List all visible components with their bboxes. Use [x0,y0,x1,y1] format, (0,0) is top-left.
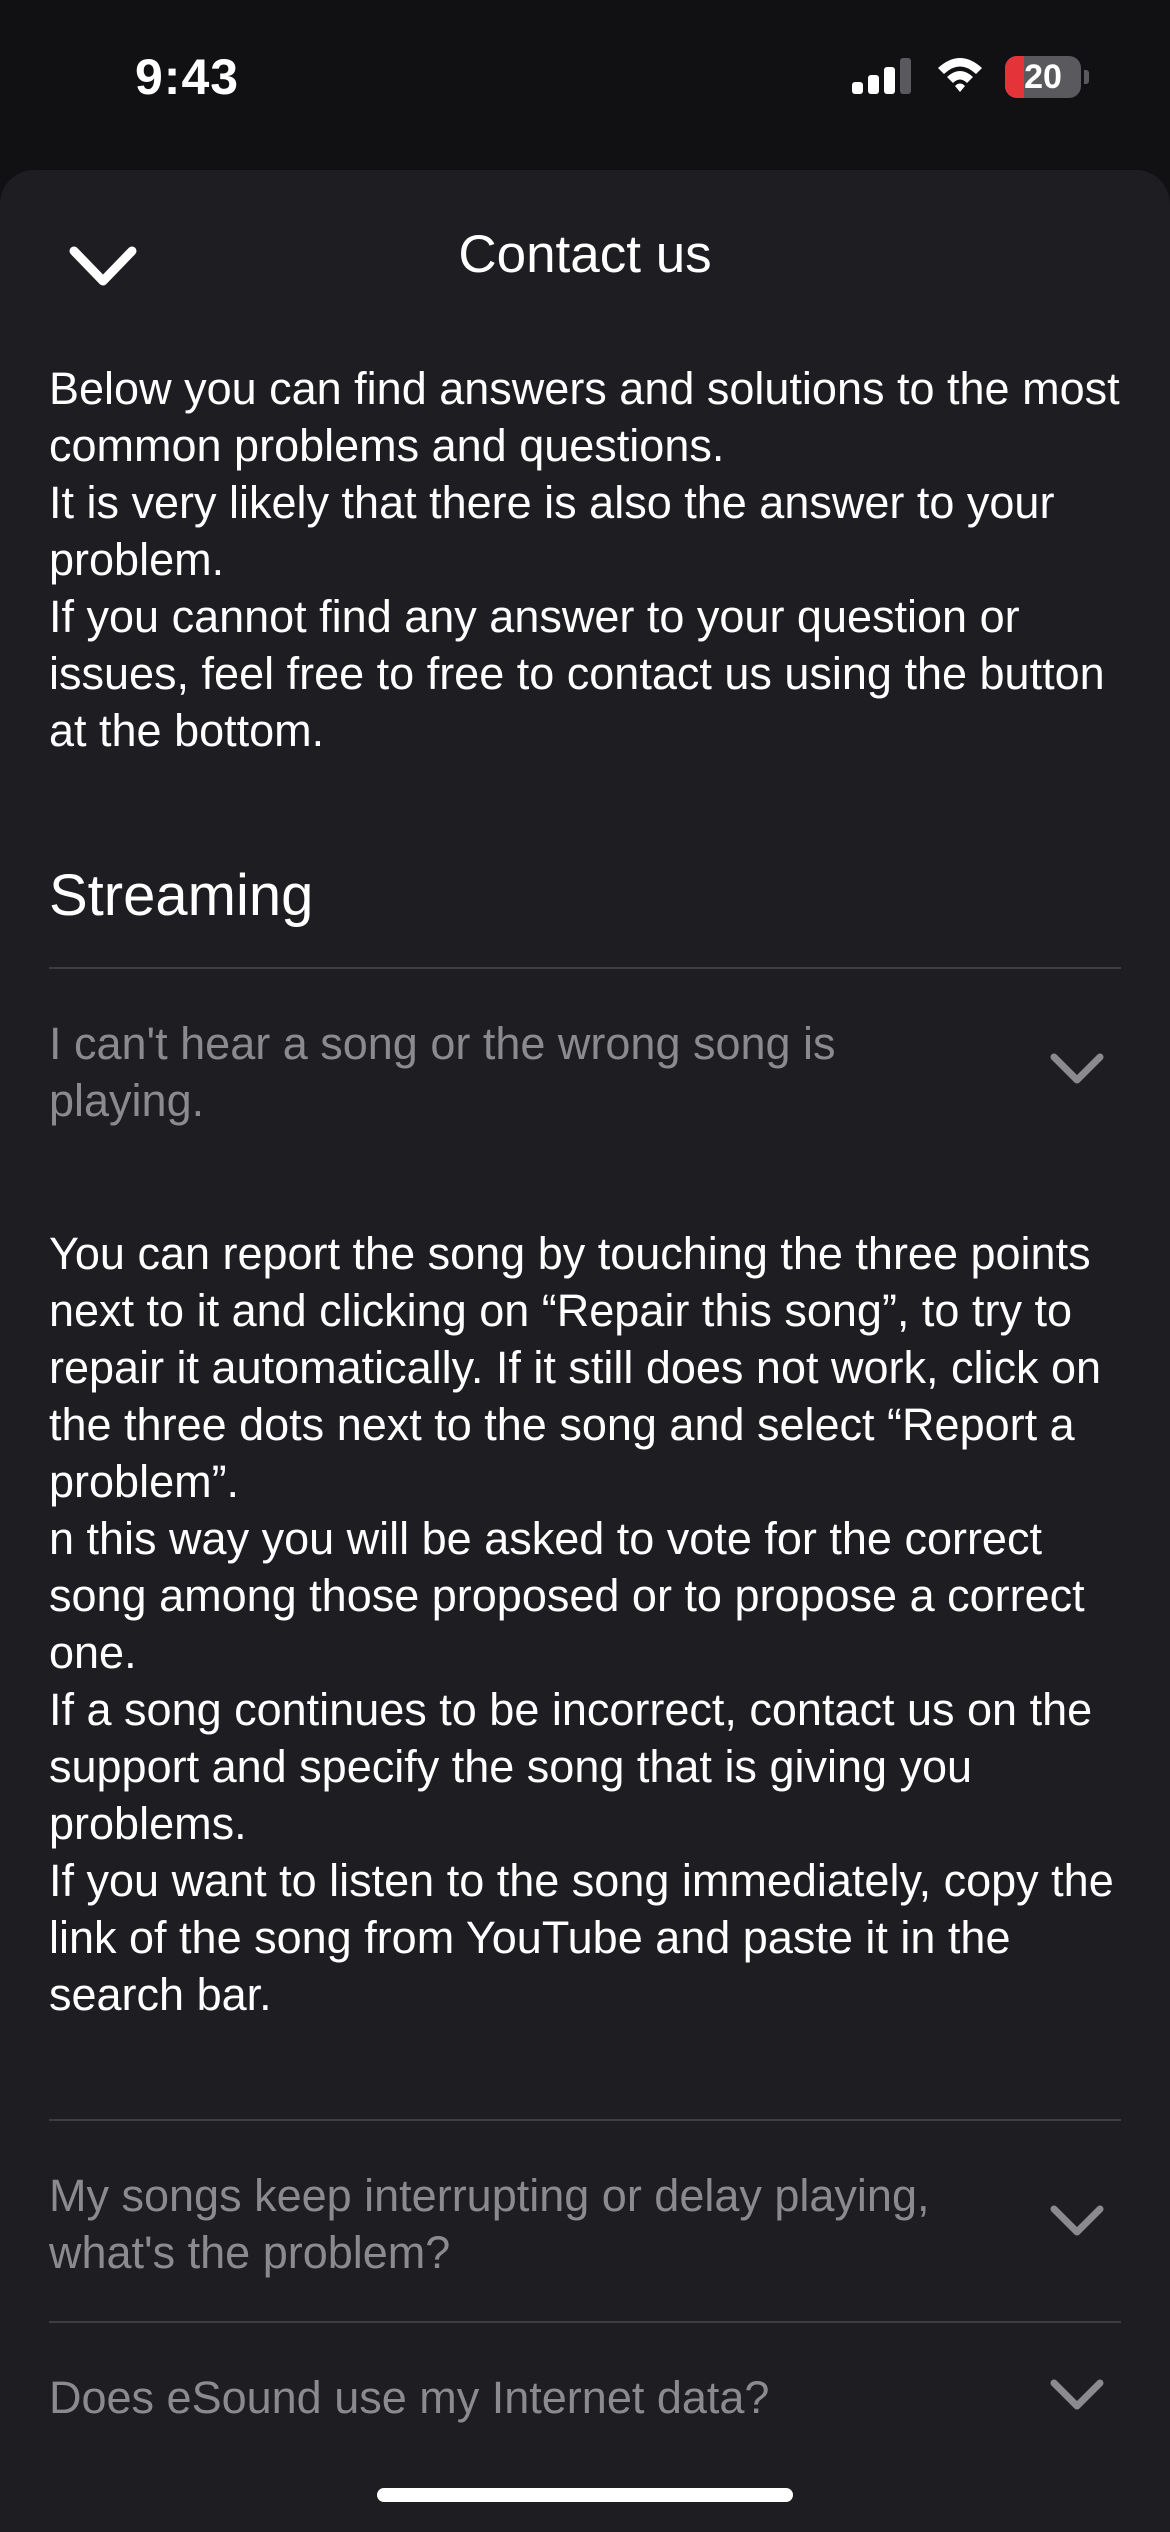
faq-question-text: My songs keep interrupting or delay play… [49,2170,930,2278]
faq-answer-paragraph: If a song continues to be incorrect, con… [49,1684,1093,1849]
status-bar: 9:43 20 [0,0,1170,160]
intro-text: Below you can find answers and solutions… [49,360,1121,759]
faq-question-toggle[interactable]: Does eSound use my Internet data? [49,2323,1121,2466]
faq-content: Below you can find answers and solutions… [49,360,1121,2466]
faq-question-toggle[interactable]: I can't hear a song or the wrong song is… [49,969,1121,1169]
status-time: 9:43 [135,49,240,105]
faq-answer: You can report the song by touching the … [49,1169,1121,2119]
chevron-down-icon [1050,2379,1104,2409]
section-title-streaming: Streaming [49,861,1121,969]
contact-sheet: Contact us Below you can find answers an… [0,170,1170,2532]
faq-answer-paragraph: If you want to listen to the song immedi… [49,1855,1114,2020]
faq-question-toggle[interactable]: My songs keep interrupting or delay play… [49,2121,1121,2321]
faq-item: I can't hear a song or the wrong song is… [49,969,1121,2121]
intro-paragraph: Below you can find answers and solutions… [49,363,1120,471]
faq-answer-paragraph: n this way you will be asked to vote for… [49,1513,1085,1678]
faq-item: My songs keep interrupting or delay play… [49,2121,1121,2323]
battery-icon: 20 [1005,56,1089,98]
faq-item: Does eSound use my Internet data? [49,2323,1121,2466]
intro-paragraph: It is very likely that there is also the… [49,477,1055,585]
faq-question-text: Does eSound use my Internet data? [49,2372,770,2423]
page-title: Contact us [458,225,712,284]
battery-level-text: 20 [1024,58,1062,96]
cellular-signal-icon [852,58,912,94]
faq-question-text: I can't hear a song or the wrong song is… [49,1018,836,1126]
wifi-icon [935,54,985,94]
chevron-down-icon [1050,1053,1104,1084]
home-indicator[interactable] [377,2488,793,2502]
sheet-header: Contact us [0,170,1170,340]
intro-paragraph: If you cannot find any answer to your qu… [49,591,1105,756]
chevron-down-icon [1050,2205,1104,2236]
faq-answer-paragraph: You can report the song by touching the … [49,1228,1102,1507]
